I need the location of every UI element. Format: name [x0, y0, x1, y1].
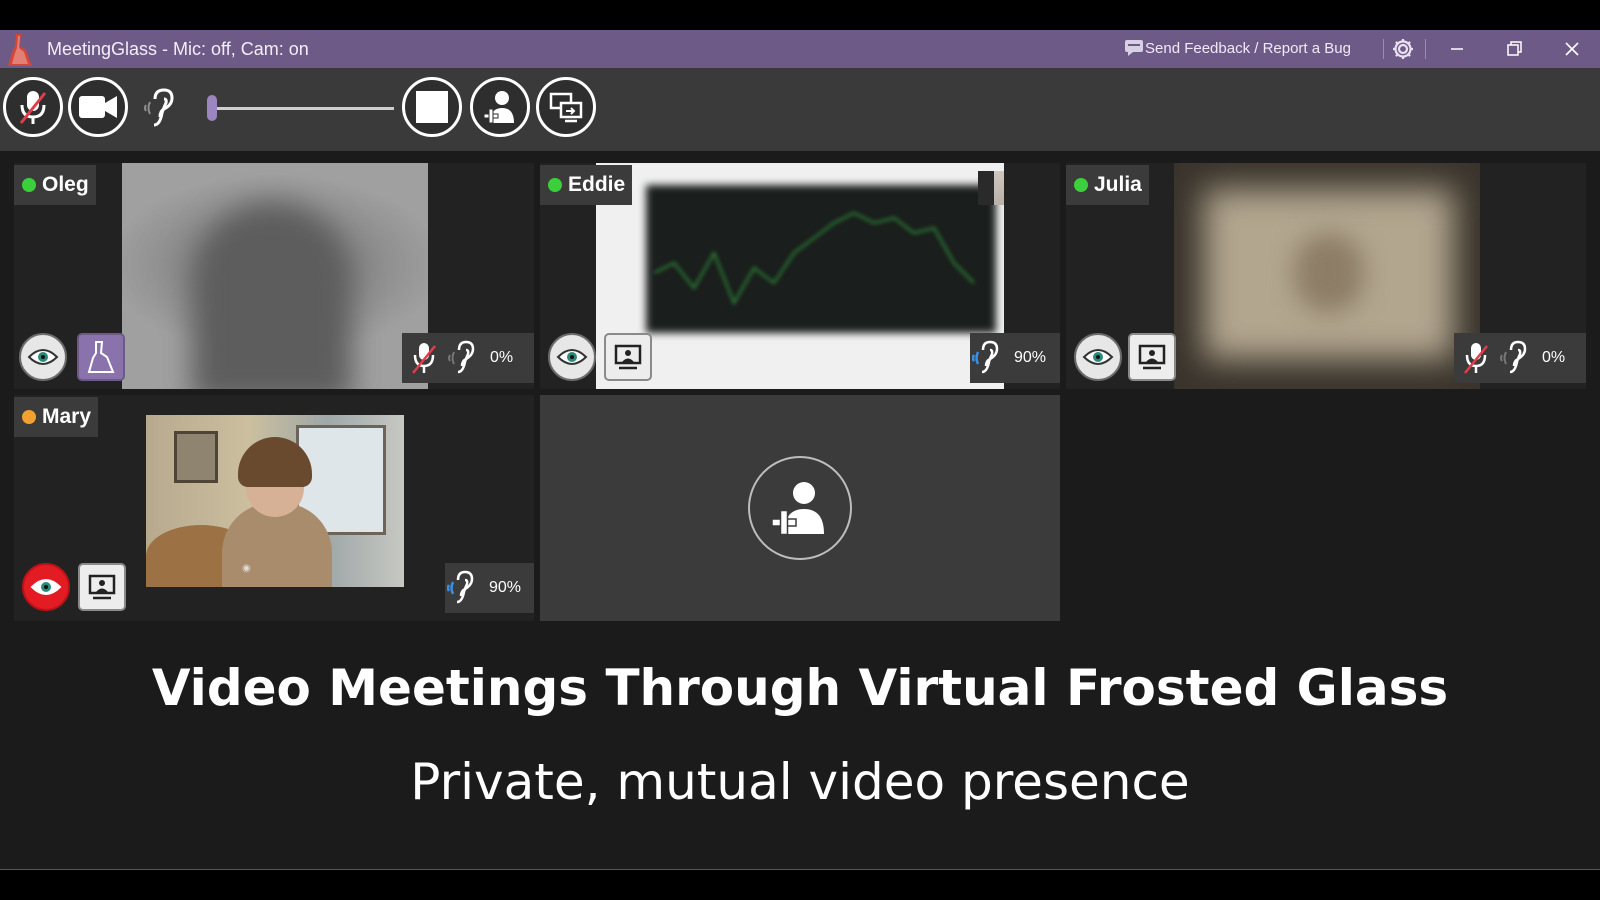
stop-button[interactable]	[402, 77, 462, 137]
video-stage: Oleg 0% Eddie 90% Julia 0% ◉ Mary 90% Vi…	[0, 151, 1600, 869]
mic-off-icon	[412, 343, 436, 374]
screen-share-view-button[interactable]	[78, 563, 126, 611]
video-feed-blurred	[1174, 163, 1480, 389]
participant-tile-julia: Julia 0%	[1066, 163, 1586, 389]
ear-icon[interactable]	[142, 87, 188, 129]
picture-frame-shape	[174, 431, 218, 483]
gear-icon[interactable]	[1392, 38, 1414, 60]
restore-icon[interactable]	[1500, 36, 1528, 62]
window-title: MeetingGlass - Mic: off, Cam: on	[47, 39, 309, 59]
participant-name: Oleg	[42, 173, 89, 196]
bottom-letterbox	[0, 869, 1600, 900]
participant-name: Julia	[1094, 173, 1142, 196]
headline-caption: Video Meetings Through Virtual Frosted G…	[151, 659, 1449, 717]
ear-icon	[447, 570, 474, 604]
subheadline-caption: Private, mutual video presence	[410, 753, 1190, 811]
top-letterbox	[0, 0, 1600, 30]
participant-name-tag: Oleg	[14, 165, 96, 205]
participant-tile-eddie: Eddie 90%	[540, 163, 1060, 389]
eye-icon	[27, 349, 59, 365]
close-icon[interactable]	[1558, 36, 1586, 62]
eye-icon	[556, 349, 588, 365]
add-participant-button[interactable]	[470, 77, 530, 137]
screen-share-icon	[1138, 344, 1166, 370]
participant-name: Mary	[42, 405, 92, 428]
participant-tile-mary: ◉ Mary 90%	[14, 395, 534, 621]
watermark-logo: ◉	[242, 563, 251, 574]
view-toggle-button[interactable]	[19, 333, 67, 381]
add-participant-tile[interactable]	[540, 395, 1060, 621]
minimize-icon[interactable]	[1443, 36, 1471, 62]
eye-icon	[30, 579, 62, 595]
blurred-person-shape	[192, 203, 352, 389]
ear-icon	[1500, 340, 1527, 374]
volume-slider-track[interactable]	[212, 107, 394, 110]
status-dot	[22, 410, 36, 424]
status-dot	[1074, 178, 1088, 192]
toolbar	[0, 68, 1600, 151]
view-toggle-button[interactable]	[548, 333, 596, 381]
video-feed-blurred	[122, 163, 428, 389]
video-feed-blurred	[596, 163, 1004, 389]
audio-level: 0%	[490, 349, 514, 366]
view-toggle-button[interactable]	[1074, 333, 1122, 381]
participant-name-tag: Julia	[1066, 165, 1149, 205]
status-dot	[548, 178, 562, 192]
audio-level: 0%	[1542, 349, 1566, 366]
ear-icon	[448, 340, 475, 374]
participant-name-tag: Mary	[14, 397, 99, 437]
app-logo-icon	[8, 34, 32, 66]
audio-indicator: 0%	[402, 333, 534, 383]
camera-icon	[79, 96, 117, 118]
audio-indicator: 90%	[445, 563, 534, 613]
screen-share-icon	[88, 574, 116, 600]
eye-icon	[1082, 349, 1114, 365]
mic-off-icon	[19, 91, 47, 124]
meetingglass-app: MeetingGlass - Mic: off, Cam: on Send Fe…	[0, 0, 1600, 900]
add-person-icon	[483, 91, 514, 124]
mic-off-icon	[1464, 343, 1488, 374]
audio-indicator: 90%	[970, 333, 1060, 383]
participant-name-tag: Eddie	[540, 165, 633, 205]
presence-button[interactable]	[77, 333, 125, 381]
screen-share-view-button[interactable]	[604, 333, 652, 381]
view-toggle-button[interactable]	[22, 563, 70, 611]
share-screen-button[interactable]	[536, 77, 596, 137]
status-dot	[22, 178, 36, 192]
title-separator	[1425, 39, 1426, 59]
self-view-thumbnail	[978, 171, 1004, 205]
blurred-face-shape	[1294, 233, 1364, 313]
glass-person-icon	[87, 341, 115, 373]
participant-name: Eddie	[568, 173, 626, 196]
audio-indicator: 0%	[1454, 333, 1586, 383]
video-feed-clear: ◉	[146, 415, 404, 587]
share-screen-icon	[549, 92, 583, 123]
audio-level: 90%	[1014, 349, 1047, 366]
add-participant-button[interactable]	[748, 456, 852, 560]
audio-level: 90%	[489, 579, 522, 596]
send-feedback-link[interactable]: Send Feedback / Report a Bug	[1145, 40, 1351, 57]
title-bar: MeetingGlass - Mic: off, Cam: on Send Fe…	[0, 30, 1600, 68]
title-separator	[1383, 39, 1384, 59]
stop-icon	[416, 91, 448, 123]
blurred-chart-line	[654, 211, 975, 306]
screen-share-icon	[614, 344, 642, 370]
screen-share-view-button[interactable]	[1128, 333, 1176, 381]
volume-slider-thumb[interactable]	[207, 95, 217, 121]
ear-icon	[972, 340, 999, 374]
participant-tile-oleg: Oleg 0%	[14, 163, 534, 389]
mic-toggle-button[interactable]	[3, 77, 63, 137]
camera-toggle-button[interactable]	[68, 77, 128, 137]
feedback-icon[interactable]	[1124, 39, 1144, 57]
add-person-icon	[771, 482, 824, 536]
